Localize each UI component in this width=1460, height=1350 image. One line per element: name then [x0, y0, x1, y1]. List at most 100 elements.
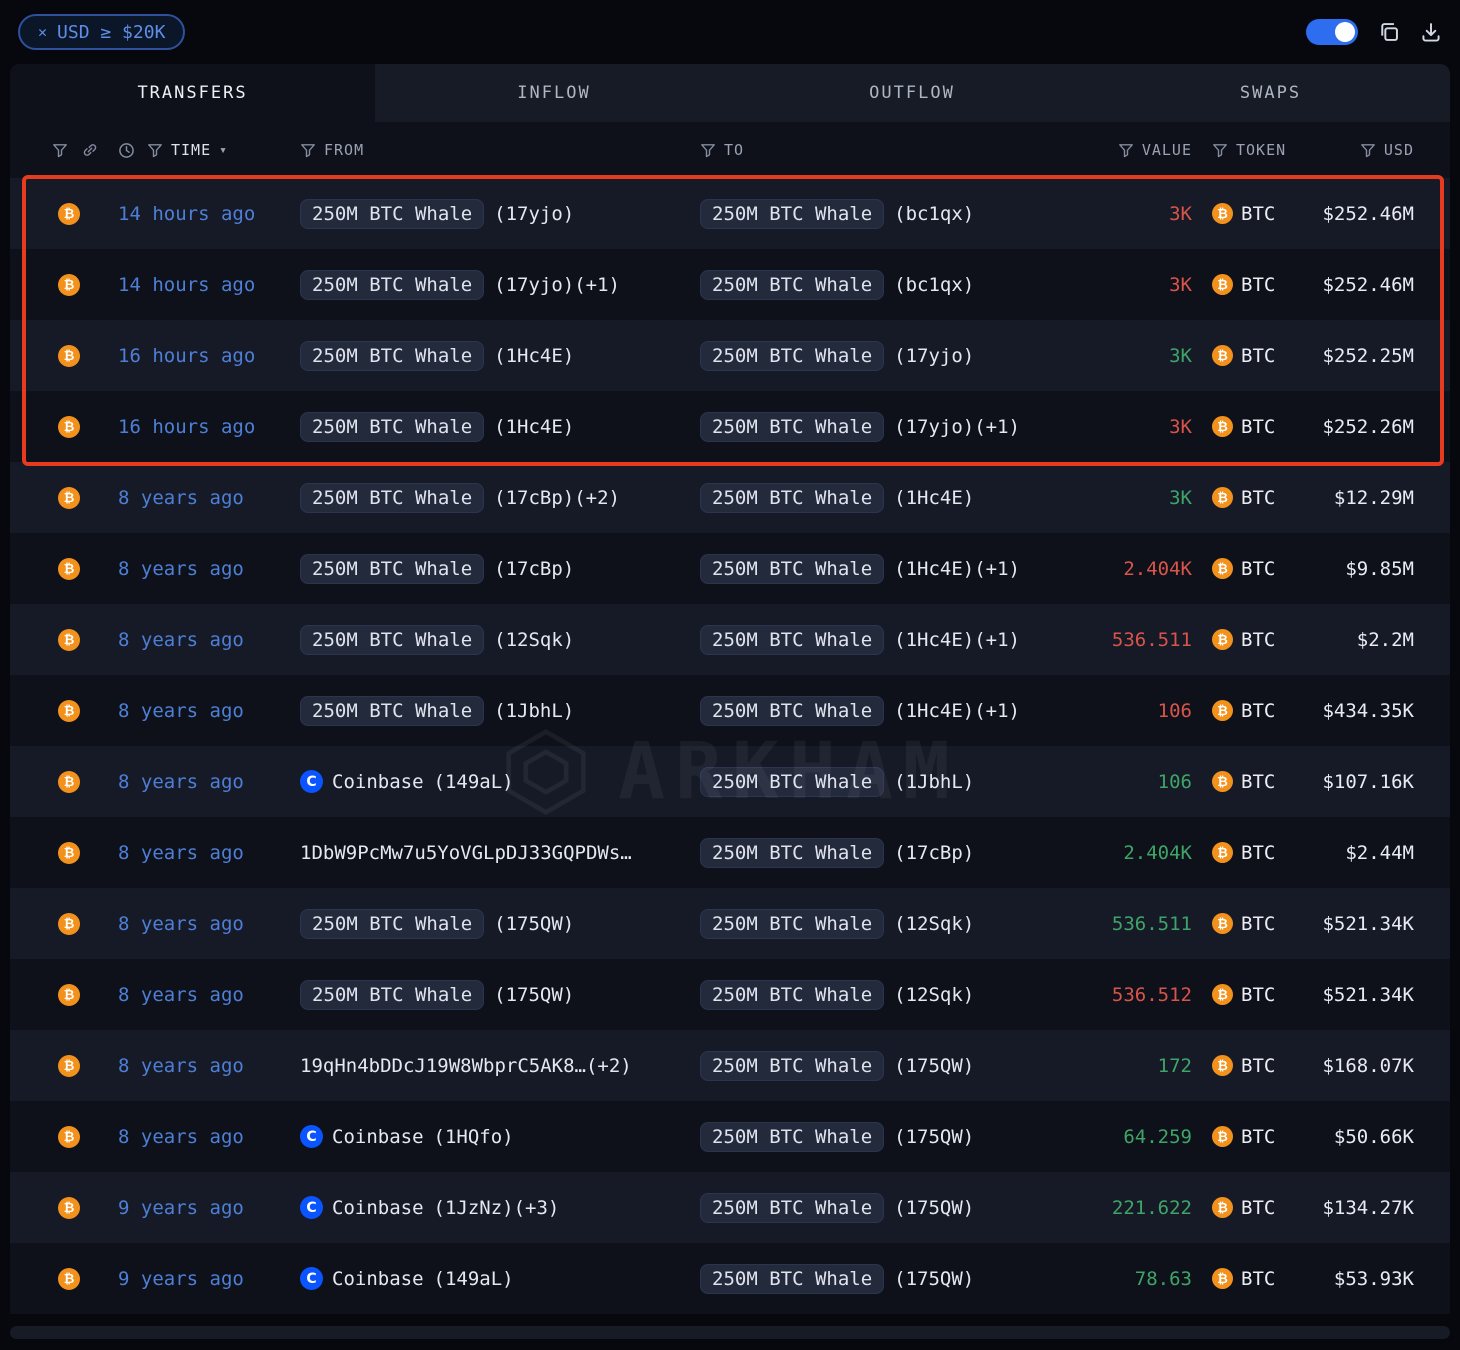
entity-chip[interactable]: 250M BTC Whale: [700, 199, 884, 229]
table-row[interactable]: ₿ 16 hours ago 250M BTC Whale(1Hc4E) 250…: [10, 391, 1450, 462]
table-row[interactable]: ₿ 16 hours ago 250M BTC Whale(1Hc4E) 250…: [10, 320, 1450, 391]
to-cell[interactable]: 250M BTC Whale(bc1qx): [700, 270, 1066, 300]
entity-chip[interactable]: 250M BTC Whale: [700, 412, 884, 442]
address[interactable]: (12Sqk): [894, 984, 974, 1006]
from-cell[interactable]: 250M BTC Whale(1JbhL): [300, 696, 700, 726]
entity-chip[interactable]: 250M BTC Whale: [300, 696, 484, 726]
transfer-time[interactable]: 9 years ago: [118, 1197, 300, 1219]
token-cell[interactable]: ₿ BTC: [1192, 345, 1310, 367]
tab-transfers[interactable]: TRANSFERS: [10, 64, 375, 122]
transfer-time[interactable]: 14 hours ago: [118, 274, 300, 296]
transfer-time[interactable]: 8 years ago: [118, 487, 300, 509]
entity-name[interactable]: Coinbase: [332, 771, 424, 793]
transfer-time[interactable]: 16 hours ago: [118, 345, 300, 367]
column-value[interactable]: VALUE: [1142, 141, 1192, 159]
address[interactable]: (1Hc4E): [894, 558, 974, 580]
entity-chip[interactable]: 250M BTC Whale: [300, 909, 484, 939]
address[interactable]: (1Hc4E): [494, 345, 574, 367]
address[interactable]: (1Hc4E): [894, 629, 974, 651]
entity-chip[interactable]: 250M BTC Whale: [700, 909, 884, 939]
address[interactable]: (17yjo): [894, 416, 974, 438]
token-cell[interactable]: ₿ BTC: [1192, 842, 1310, 864]
token-cell[interactable]: ₿ BTC: [1192, 274, 1310, 296]
address[interactable]: (175QW): [894, 1197, 974, 1219]
address[interactable]: (17yjo): [894, 345, 974, 367]
filter-icon[interactable]: [700, 142, 716, 158]
entity-chip[interactable]: 250M BTC Whale: [300, 199, 484, 229]
to-cell[interactable]: 250M BTC Whale(1Hc4E)(+1): [700, 625, 1066, 655]
token-cell[interactable]: ₿ BTC: [1192, 416, 1310, 438]
from-cell[interactable]: CCoinbase(149aL): [300, 770, 700, 793]
entity-chip[interactable]: 250M BTC Whale: [700, 554, 884, 584]
entity-chip[interactable]: 250M BTC Whale: [300, 341, 484, 371]
to-cell[interactable]: 250M BTC Whale(175QW): [700, 1051, 1066, 1081]
address[interactable]: 1DbW9PcMw7u5YoVGLpDJ33GQPDWs…: [300, 842, 632, 864]
entity-chip[interactable]: 250M BTC Whale: [300, 980, 484, 1010]
address[interactable]: (149aL): [434, 1268, 514, 1290]
table-row[interactable]: ₿ 9 years ago CCoinbase(1JzNz)(+3) 250M …: [10, 1172, 1450, 1243]
to-cell[interactable]: 250M BTC Whale(17yjo)(+1): [700, 412, 1066, 442]
entity-chip[interactable]: 250M BTC Whale: [700, 1051, 884, 1081]
column-usd[interactable]: USD: [1384, 141, 1414, 159]
entity-chip[interactable]: 250M BTC Whale: [300, 412, 484, 442]
transfer-time[interactable]: 8 years ago: [118, 700, 300, 722]
column-to[interactable]: TO: [724, 141, 744, 159]
token-cell[interactable]: ₿ BTC: [1192, 700, 1310, 722]
transfer-time[interactable]: 16 hours ago: [118, 416, 300, 438]
tab-outflow[interactable]: OUTFLOW: [733, 64, 1091, 122]
transfer-time[interactable]: 8 years ago: [118, 984, 300, 1006]
address[interactable]: (175QW): [494, 984, 574, 1006]
address[interactable]: (17yjo): [494, 274, 574, 296]
close-icon[interactable]: ✕: [38, 23, 47, 41]
column-from[interactable]: FROM: [324, 141, 364, 159]
address[interactable]: (17cBp): [494, 487, 574, 509]
horizontal-scrollbar[interactable]: [10, 1326, 1450, 1339]
address[interactable]: (12Sqk): [894, 913, 974, 935]
address[interactable]: (1JzNz): [434, 1197, 514, 1219]
table-row[interactable]: ₿ 8 years ago 250M BTC Whale(175QW) 250M…: [10, 888, 1450, 959]
address[interactable]: (175QW): [894, 1126, 974, 1148]
token-cell[interactable]: ₿ BTC: [1192, 1268, 1310, 1290]
from-cell[interactable]: 250M BTC Whale(175QW): [300, 909, 700, 939]
table-row[interactable]: ₿ 8 years ago 250M BTC Whale(17cBp)(+2) …: [10, 462, 1450, 533]
address[interactable]: (1Hc4E): [894, 487, 974, 509]
transfer-time[interactable]: 9 years ago: [118, 1268, 300, 1290]
address[interactable]: (149aL): [434, 771, 514, 793]
from-cell[interactable]: 250M BTC Whale(17yjo)(+1): [300, 270, 700, 300]
entity-chip[interactable]: 250M BTC Whale: [300, 270, 484, 300]
from-cell[interactable]: CCoinbase(149aL): [300, 1267, 700, 1290]
address[interactable]: (1Hc4E): [494, 416, 574, 438]
entity-chip[interactable]: 250M BTC Whale: [300, 483, 484, 513]
from-cell[interactable]: 250M BTC Whale (17yjo): [300, 199, 700, 229]
address[interactable]: (175QW): [894, 1268, 974, 1290]
token-cell[interactable]: ₿ BTC: [1192, 203, 1310, 225]
transfer-time[interactable]: 8 years ago: [118, 1055, 300, 1077]
chevron-down-icon[interactable]: ▾: [219, 143, 227, 158]
table-row[interactable]: ₿ 8 years ago 250M BTC Whale(175QW) 250M…: [10, 959, 1450, 1030]
entity-chip[interactable]: 250M BTC Whale: [700, 1193, 884, 1223]
to-cell[interactable]: 250M BTC Whale(175QW): [700, 1264, 1066, 1294]
token-cell[interactable]: ₿ BTC: [1192, 487, 1310, 509]
filter-icon[interactable]: [300, 142, 316, 158]
from-cell[interactable]: 250M BTC Whale (175QW): [300, 980, 700, 1010]
entity-chip[interactable]: 250M BTC Whale: [700, 838, 884, 868]
to-cell[interactable]: 250M BTC Whale (175QW): [700, 1193, 1066, 1223]
from-cell[interactable]: 250M BTC Whale (1Hc4E): [300, 412, 700, 442]
token-cell[interactable]: ₿ BTC: [1192, 984, 1310, 1006]
transfer-time[interactable]: 8 years ago: [118, 913, 300, 935]
address[interactable]: (bc1qx): [894, 274, 974, 296]
token-cell[interactable]: ₿ BTC: [1192, 771, 1310, 793]
entity-name[interactable]: Coinbase: [332, 1197, 424, 1219]
download-icon[interactable]: [1420, 21, 1442, 43]
transfer-time[interactable]: 8 years ago: [118, 558, 300, 580]
entity-chip[interactable]: 250M BTC Whale: [300, 625, 484, 655]
copy-icon[interactable]: [1378, 21, 1400, 43]
from-cell[interactable]: 1DbW9PcMw7u5YoVGLpDJ33GQPDWs…: [300, 842, 700, 864]
from-cell[interactable]: 250M BTC Whale(12Sqk): [300, 625, 700, 655]
filter-icon[interactable]: [1118, 142, 1134, 158]
address[interactable]: (17yjo): [494, 203, 574, 225]
table-row[interactable]: ₿ 14 hours ago 250M BTC Whale(17yjo)(+1)…: [10, 249, 1450, 320]
table-row[interactable]: ₿ 8 years ago 250M BTC Whale(12Sqk) 250M…: [10, 604, 1450, 675]
entity-chip[interactable]: 250M BTC Whale: [300, 554, 484, 584]
table-row[interactable]: ₿ 14 hours ago 250M BTC Whale(17yjo) 250…: [10, 178, 1450, 249]
